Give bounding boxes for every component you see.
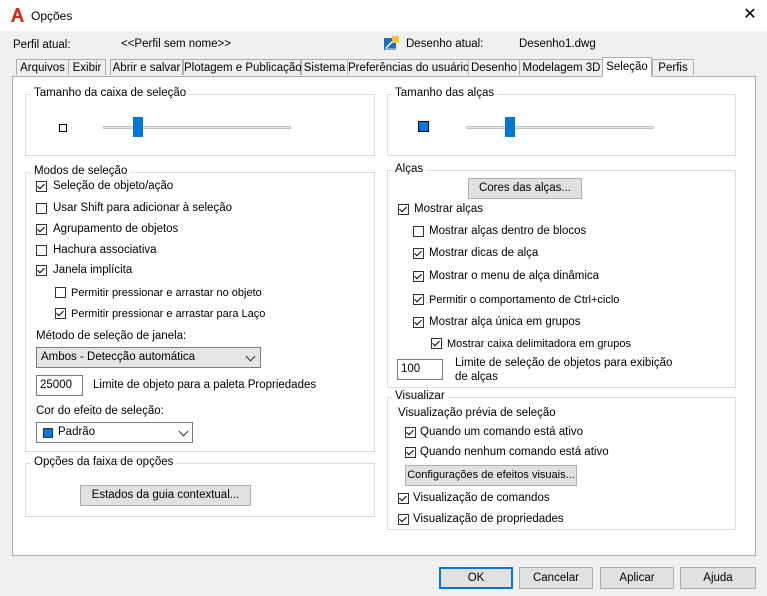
tab-plotagem[interactable]: Plotagem e Publicação — [183, 59, 302, 75]
preview-no-command-checkbox[interactable] — [405, 447, 416, 458]
profile-value: <<Perfil sem nome>> — [121, 38, 231, 50]
tab-desenho[interactable]: Desenho — [468, 59, 520, 75]
property-preview-checkbox[interactable] — [398, 514, 409, 525]
ctrl-cycle-checkbox[interactable] — [413, 294, 424, 305]
tab-sistema[interactable]: Sistema — [301, 59, 348, 75]
grip-object-limit-label-2: de alças — [455, 371, 498, 383]
associative-hatch-checkbox[interactable] — [36, 245, 47, 256]
grip-slider-track[interactable] — [466, 126, 654, 129]
grip-size-group — [387, 94, 736, 156]
preview-command-active-checkbox[interactable] — [405, 427, 416, 438]
window-method-select[interactable]: Ambos - Detecção automática — [36, 347, 261, 368]
grip-object-limit-input[interactable]: 100 — [397, 359, 443, 380]
grip-preview — [418, 121, 429, 132]
chevron-down-icon — [178, 426, 189, 437]
grips-in-blocks-label: Mostrar alças dentro de blocos — [429, 225, 587, 237]
press-drag-lasso-label: Permitir pressionar e arrastar para Laço — [71, 308, 266, 320]
color-swatch-icon — [43, 428, 53, 438]
grip-size-title: Tamanho das alças — [392, 87, 498, 99]
apply-button[interactable]: Aplicar — [600, 567, 674, 589]
object-limit-label: Limite de objeto para a paleta Proprieda… — [93, 379, 317, 391]
drawing-value: Desenho1.dwg — [519, 38, 596, 50]
noun-verb-checkbox[interactable] — [36, 181, 47, 192]
ok-button[interactable]: OK — [439, 567, 513, 589]
window-title: Opções — [31, 9, 73, 23]
grips-in-blocks-checkbox[interactable] — [413, 226, 424, 237]
object-grouping-label: Agrupamento de objetos — [53, 223, 179, 235]
contextual-tab-states-button[interactable]: Estados da guia contextual... — [80, 485, 251, 506]
drawing-label: Desenho atual: — [406, 38, 484, 50]
effect-color-label: Cor do efeito de seleção: — [36, 405, 164, 417]
grip-slider-thumb[interactable] — [505, 117, 516, 137]
grip-tips-checkbox[interactable] — [413, 248, 424, 259]
effect-color-value: Padrão — [58, 426, 96, 438]
grip-object-limit-label-1: Limite de seleção de objetos para exibiç… — [455, 357, 673, 369]
help-button[interactable]: Ajuda — [680, 567, 756, 589]
show-grips-checkbox[interactable] — [398, 204, 409, 215]
command-preview-checkbox[interactable] — [398, 493, 409, 504]
press-drag-lasso-checkbox[interactable] — [55, 308, 66, 319]
associative-hatch-label: Hachura associativa — [53, 244, 157, 256]
tab-exibir[interactable]: Exibir — [68, 59, 106, 75]
preview-command-active-label: Quando um comando está ativo — [420, 426, 584, 438]
tab-arquivos[interactable]: Arquivos — [16, 59, 69, 75]
pickbox-size-group — [25, 94, 375, 156]
command-preview-label: Visualização de comandos — [413, 492, 550, 504]
dynamic-grip-menu-checkbox[interactable] — [413, 271, 424, 282]
grips-title: Alças — [392, 163, 427, 175]
single-grip-groups-label: Mostrar alça única em grupos — [429, 316, 581, 328]
bounding-box-groups-label: Mostrar caixa delimitadora em grupos — [447, 338, 632, 350]
selection-modes-title: Modos de seleção — [31, 165, 131, 177]
tab-abrir-salvar[interactable]: Abrir e salvar — [110, 59, 183, 75]
window-method-label: Método de seleção de janela: — [36, 330, 187, 342]
cancel-button[interactable]: Cancelar — [519, 567, 593, 589]
preview-title: Visualizar — [392, 390, 448, 402]
use-shift-label: Usar Shift para adicionar à seleção — [53, 202, 232, 214]
object-limit-input[interactable]: 25000 — [36, 375, 83, 396]
grip-colors-button[interactable]: Cores das alças... — [468, 178, 582, 199]
show-grips-label: Mostrar alças — [414, 203, 484, 215]
close-icon[interactable]: ✕ — [737, 4, 763, 26]
visual-effects-button[interactable]: Configurações de efeitos visuais... — [405, 465, 577, 486]
window-method-value: Ambos - Detecção automática — [41, 351, 196, 363]
selection-preview-label: Visualização prévia de seleção — [398, 407, 556, 419]
tab-modelagem-3d[interactable]: Modelagem 3D — [519, 59, 604, 75]
pickbox-preview — [59, 124, 67, 132]
grip-tips-label: Mostrar dicas de alça — [429, 247, 539, 259]
ctrl-cycle-label: Permitir o comportamento de Ctrl+ciclo — [429, 294, 620, 306]
press-drag-object-checkbox[interactable] — [55, 287, 66, 298]
pickbox-slider-thumb[interactable] — [133, 117, 144, 137]
pickbox-size-title: Tamanho da caixa de seleção — [31, 87, 190, 99]
property-preview-label: Visualização de propriedades — [413, 513, 564, 525]
use-shift-checkbox[interactable] — [36, 203, 47, 214]
autocad-logo-icon — [11, 8, 24, 22]
implied-window-checkbox[interactable] — [36, 265, 47, 276]
press-drag-object-label: Permitir pressionar e arrastar no objeto — [71, 287, 262, 299]
tab-selecao[interactable]: Seleção — [602, 57, 652, 77]
effect-color-select[interactable]: Padrão — [36, 422, 193, 443]
ribbon-options-title: Opções da faixa de opções — [31, 456, 177, 468]
profile-label: Perfil atual: — [13, 39, 71, 51]
implied-window-label: Janela implícita — [53, 264, 133, 276]
noun-verb-label: Seleção de objeto/ação — [53, 180, 174, 192]
single-grip-groups-checkbox[interactable] — [413, 317, 424, 328]
drawing-icon — [384, 36, 399, 50]
preview-no-command-label: Quando nenhum comando está ativo — [420, 446, 609, 458]
title-bar — [0, 0, 767, 31]
pickbox-slider-track[interactable] — [103, 126, 291, 129]
tab-perfis[interactable]: Perfis — [652, 59, 694, 75]
bounding-box-groups-checkbox[interactable] — [431, 338, 442, 349]
tab-preferencias[interactable]: Preferências do usuário — [347, 59, 469, 75]
dynamic-grip-menu-label: Mostrar o menu de alça dinâmica — [429, 270, 600, 282]
chevron-down-icon — [245, 351, 256, 362]
object-grouping-checkbox[interactable] — [36, 224, 47, 235]
